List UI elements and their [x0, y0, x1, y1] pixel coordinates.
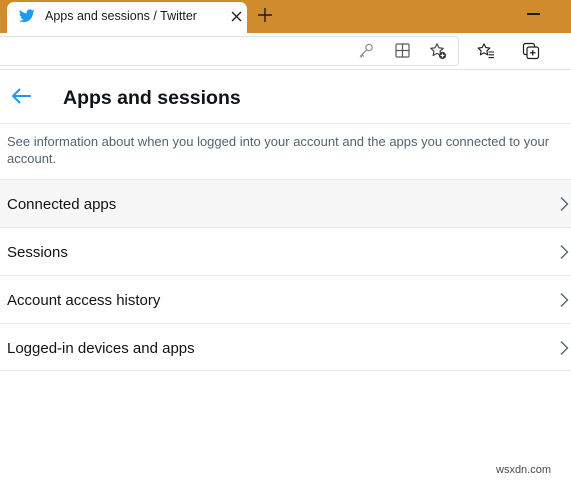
- list-item-account-access-history[interactable]: Account access history: [0, 275, 571, 323]
- twitter-bird-icon: [19, 9, 35, 23]
- list-item-label: Connected apps: [7, 196, 117, 213]
- list-item-sessions[interactable]: Sessions: [0, 227, 571, 275]
- chevron-right-icon: [560, 245, 569, 259]
- back-arrow-icon[interactable]: [10, 86, 32, 106]
- close-icon[interactable]: [231, 11, 242, 22]
- list-item-label: Logged-in devices and apps: [7, 340, 195, 357]
- tab-title: Apps and sessions / Twitter: [45, 9, 197, 23]
- list-item-connected-apps[interactable]: Connected apps: [0, 179, 571, 227]
- favorites-icon[interactable]: [477, 42, 495, 60]
- settings-list: Connected apps Sessions Account access h…: [0, 179, 571, 371]
- list-item-logged-in-devices[interactable]: Logged-in devices and apps: [0, 323, 571, 371]
- extensions-grid-icon[interactable]: [394, 42, 412, 60]
- browser-toolbar: [0, 33, 571, 70]
- chevron-right-icon: [560, 197, 569, 211]
- page-header: Apps and sessions: [0, 71, 571, 124]
- watermark: wsxdn.com: [496, 464, 552, 476]
- browser-tab[interactable]: Apps and sessions / Twitter: [7, 2, 247, 33]
- address-bar[interactable]: [0, 36, 459, 66]
- page-description: See information about when you logged in…: [7, 134, 550, 166]
- list-item-label: Account access history: [7, 292, 161, 309]
- list-item-label: Sessions: [7, 244, 68, 261]
- chevron-right-icon: [560, 341, 569, 355]
- collections-icon[interactable]: [522, 42, 540, 60]
- page-title: Apps and sessions: [63, 87, 241, 109]
- add-favorite-icon[interactable]: [429, 42, 447, 60]
- minimize-icon[interactable]: [527, 13, 540, 15]
- chevron-right-icon: [560, 293, 569, 307]
- browser-tabstrip: Apps and sessions / Twitter: [0, 0, 571, 33]
- new-tab-icon[interactable]: [256, 6, 274, 24]
- key-icon[interactable]: [357, 42, 375, 60]
